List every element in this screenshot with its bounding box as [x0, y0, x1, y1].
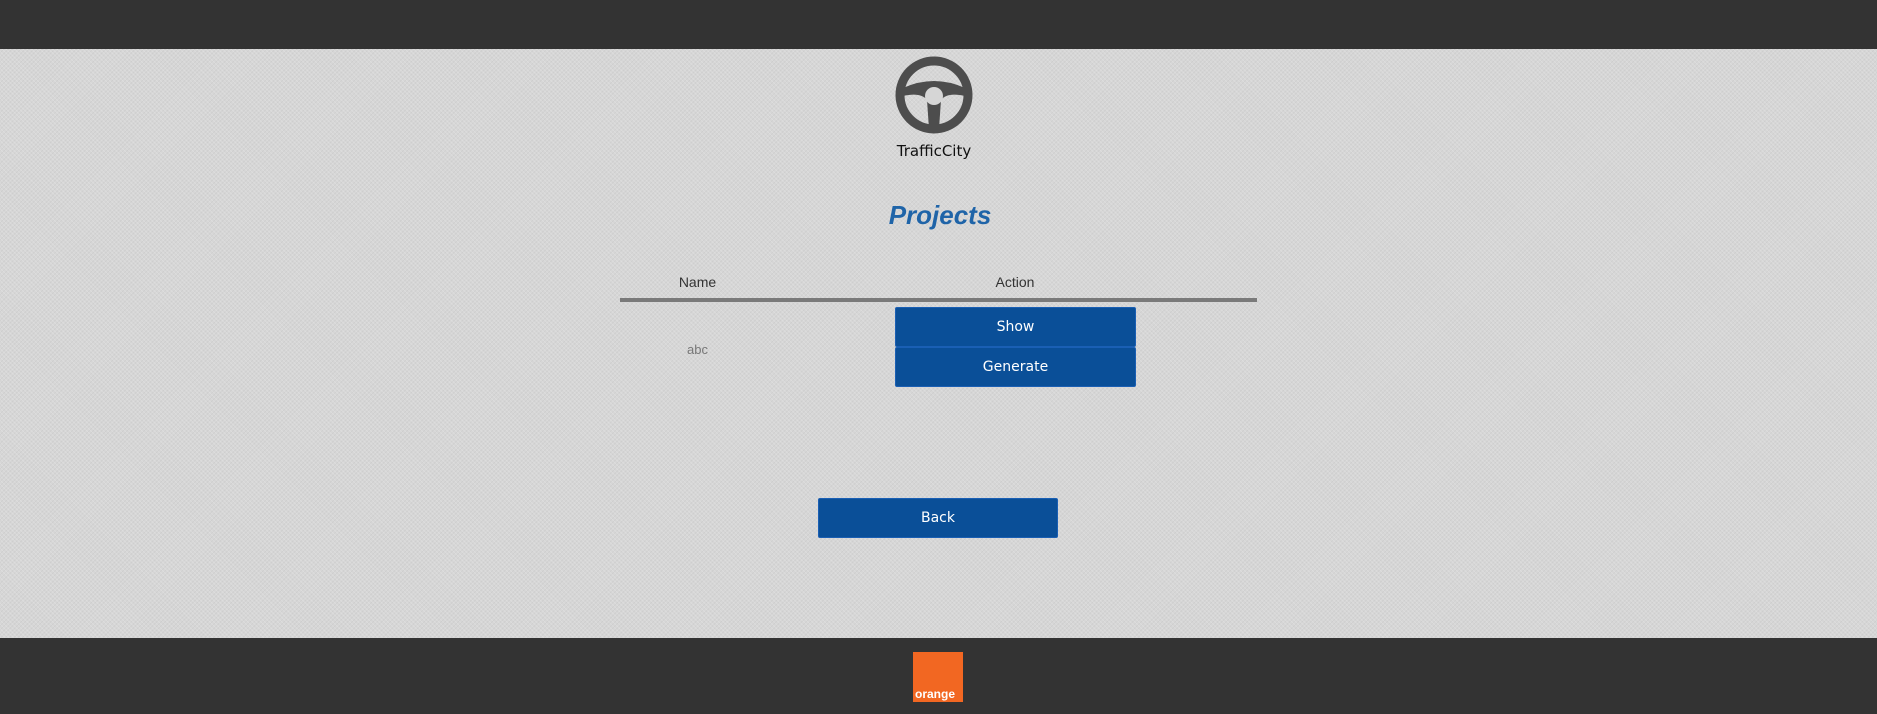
brand-name: TrafficCity [896, 142, 972, 160]
orange-logo-text: orange [915, 687, 956, 701]
back-button[interactable]: Back [818, 498, 1058, 538]
column-header-action: Action [995, 274, 1035, 290]
orange-logo: orange [913, 652, 963, 702]
projects-table: Name Action [620, 268, 1257, 302]
steering-wheel-icon [895, 56, 973, 134]
table-header: Name Action [620, 268, 1257, 302]
top-bar [0, 0, 1877, 49]
column-header-name: Name [678, 274, 717, 290]
generate-button[interactable]: Generate [895, 347, 1136, 387]
brand-header: TrafficCity [880, 56, 988, 160]
project-name-cell: abc [687, 342, 708, 357]
show-button[interactable]: Show [895, 307, 1136, 347]
page-title: Projects [888, 200, 992, 230]
